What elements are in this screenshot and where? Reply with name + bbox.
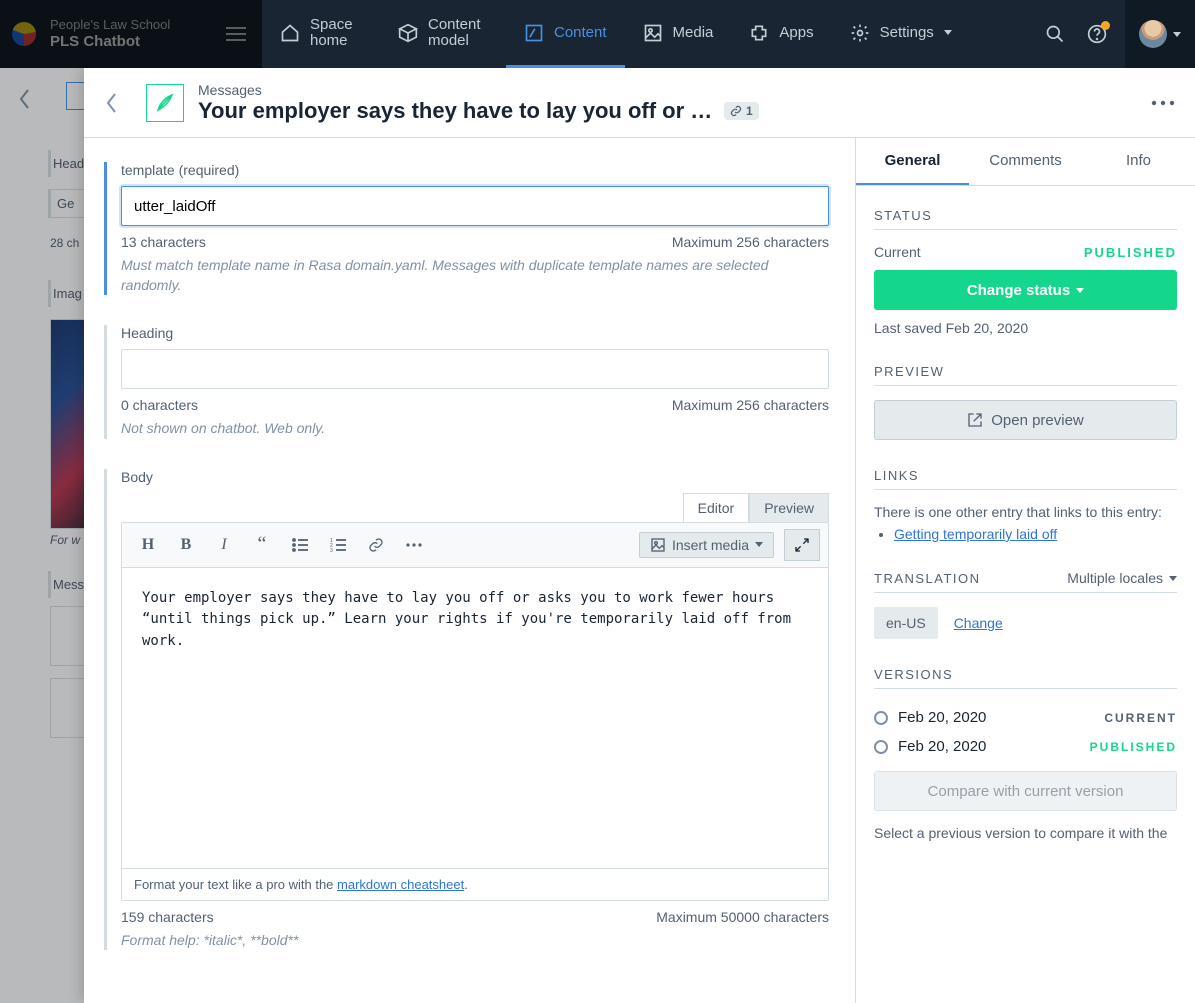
entry-sidebar: General Comments Info STATUS Current PUB…	[855, 138, 1195, 1003]
status-badge: PUBLISHED	[1084, 245, 1177, 260]
chevron-down-icon	[755, 542, 763, 547]
char-count: 13 characters	[121, 234, 206, 250]
field-label: template (required)	[121, 162, 829, 178]
chevron-down-icon	[1173, 32, 1181, 37]
status-heading: STATUS	[874, 208, 1177, 230]
user-menu[interactable]	[1125, 0, 1195, 68]
editor-footer: Format your text like a pro with the mar…	[122, 868, 828, 900]
nav-media[interactable]: Media	[625, 0, 732, 68]
tab-comments[interactable]: Comments	[969, 138, 1082, 185]
italic-icon[interactable]: I	[206, 529, 242, 561]
tab-info[interactable]: Info	[1082, 138, 1195, 185]
multiple-locales-dropdown[interactable]: Multiple locales	[1067, 570, 1177, 586]
preview-heading: PREVIEW	[874, 364, 1177, 386]
avatar-icon	[1139, 20, 1167, 48]
ol-icon[interactable]: 123	[320, 529, 356, 561]
translation-heading: TRANSLATION	[874, 571, 981, 586]
notification-dot	[1101, 21, 1110, 30]
char-max: Maximum 256 characters	[672, 397, 829, 413]
heading-input[interactable]	[121, 349, 829, 389]
version-row[interactable]: Feb 20, 2020 PUBLISHED	[874, 732, 1177, 761]
versions-heading: VERSIONS	[874, 667, 1177, 689]
tab-editor[interactable]: Editor	[683, 493, 750, 522]
help-icon[interactable]	[1087, 24, 1107, 44]
field-label: Body	[121, 469, 829, 485]
links-text: There is one other entry that links to t…	[874, 504, 1177, 520]
version-date: Feb 20, 2020	[898, 709, 986, 726]
version-row[interactable]: Feb 20, 2020 CURRENT	[874, 703, 1177, 732]
compare-help: Select a previous version to compare it …	[874, 825, 1177, 841]
chevron-down-icon	[1076, 288, 1084, 293]
bold-icon[interactable]: B	[168, 529, 204, 561]
space-name: PLS Chatbot	[50, 33, 170, 51]
topbar: People's Law School PLS Chatbot Space ho…	[0, 0, 1195, 68]
link-icon[interactable]	[358, 529, 394, 561]
panel-back-button[interactable]	[92, 83, 132, 123]
version-date: Feb 20, 2020	[898, 738, 986, 755]
char-count: 159 characters	[121, 909, 214, 925]
incoming-link[interactable]: Getting temporarily laid off	[894, 526, 1057, 542]
expand-editor-icon[interactable]	[784, 529, 820, 561]
ul-icon[interactable]	[282, 529, 318, 561]
entry-title: Your employer says they have to lay you …	[198, 98, 718, 124]
char-count: 0 characters	[121, 397, 198, 413]
contentful-logo[interactable]	[12, 22, 36, 46]
search-icon[interactable]	[1045, 24, 1065, 44]
entry-type-icon	[146, 84, 184, 122]
field-help: Must match template name in Rasa domain.…	[121, 256, 829, 295]
hamburger-icon[interactable]	[226, 26, 246, 42]
entry-panel: Messages Your employer says they have to…	[84, 68, 1195, 1003]
markdown-cheatsheet-link[interactable]: markdown cheatsheet	[337, 877, 464, 892]
nav-space-home[interactable]: Space home	[262, 0, 380, 68]
editor-toolbar: H B I “ 123	[122, 523, 828, 568]
nav-content-model[interactable]: Content model	[380, 0, 506, 68]
field-help: Format help: *italic*, **bold**	[121, 931, 829, 951]
entry-type-label[interactable]: Messages	[198, 82, 759, 98]
links-heading: LINKS	[874, 468, 1177, 490]
heading-icon[interactable]: H	[130, 529, 166, 561]
field-label: Heading	[121, 325, 829, 341]
svg-text:3: 3	[330, 548, 333, 552]
body-editor[interactable]: Your employer says they have to lay you …	[122, 568, 828, 868]
insert-media-button[interactable]: Insert media	[639, 532, 774, 558]
chevron-down-icon	[944, 30, 952, 35]
last-saved: Last saved Feb 20, 2020	[874, 320, 1177, 336]
version-status: PUBLISHED	[1090, 740, 1177, 754]
version-status: CURRENT	[1104, 711, 1177, 725]
nav-settings[interactable]: Settings	[832, 0, 970, 68]
change-status-button[interactable]: Change status	[874, 270, 1177, 310]
radio-icon[interactable]	[874, 740, 888, 754]
field-body: Body Editor Preview H B I “	[104, 469, 829, 951]
tab-general[interactable]: General	[856, 138, 969, 185]
field-help: Not shown on chatbot. Web only.	[121, 419, 829, 439]
radio-icon[interactable]	[874, 711, 888, 725]
compare-button[interactable]: Compare with current version	[874, 771, 1177, 811]
incoming-links-pill[interactable]: 1	[724, 102, 759, 120]
char-max: Maximum 50000 characters	[656, 909, 829, 925]
field-template: template (required) 13 characters Maximu…	[104, 162, 829, 295]
more-format-icon[interactable]	[396, 529, 432, 561]
locale-chip: en-US	[874, 607, 938, 639]
org-label: People's Law School	[50, 17, 170, 33]
open-preview-button[interactable]: Open preview	[874, 400, 1177, 440]
back-chev-icon	[18, 88, 32, 110]
field-heading: Heading 0 characters Maximum 256 charact…	[104, 325, 829, 439]
nav-apps[interactable]: Apps	[731, 0, 831, 68]
template-input[interactable]	[121, 186, 829, 226]
tab-preview[interactable]: Preview	[749, 493, 829, 522]
entry-more-button[interactable]	[1151, 100, 1175, 106]
nav-content[interactable]: Content	[506, 0, 625, 68]
chevron-down-icon	[1169, 576, 1177, 581]
change-locale-link[interactable]: Change	[954, 615, 1003, 631]
current-label: Current	[874, 244, 921, 260]
char-max: Maximum 256 characters	[672, 234, 829, 250]
quote-icon[interactable]: “	[244, 529, 280, 561]
